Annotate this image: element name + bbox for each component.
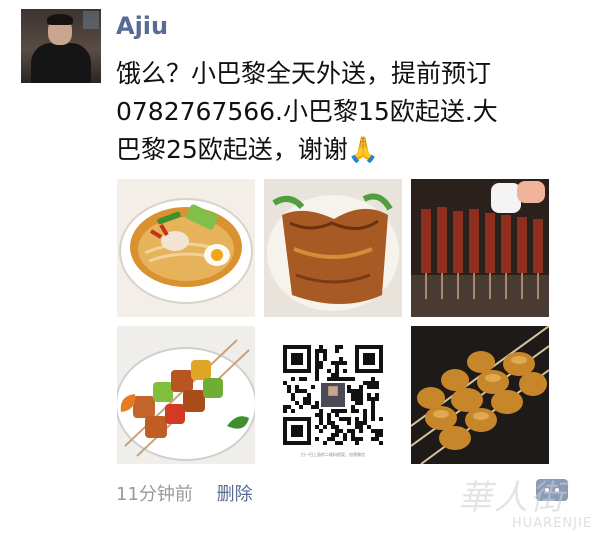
wechat-qr-code[interactable]: 扫一扫上面的二维码图案，加我微信 [264, 326, 402, 464]
avatar-hair [47, 14, 73, 25]
qr-caption: 扫一扫上面的二维码图案，加我微信 [301, 452, 365, 457]
image-grid: 扫一扫上面的二维码图案，加我微信 [117, 179, 549, 469]
vegetable-skewers-photo[interactable] [117, 326, 255, 464]
chicken-skewers-photo[interactable] [411, 326, 549, 464]
post-text: 饿么？小巴黎全天外送，提前预订 0782767566.小巴黎15欧起送.大 巴黎… [116, 59, 498, 164]
site-watermark: 華人街 HUARENJIE [452, 468, 592, 538]
grill-skewers-photo[interactable] [411, 179, 549, 317]
noodle-soup-photo[interactable] [117, 179, 255, 317]
roast-duck-photo[interactable] [264, 179, 402, 317]
author-name[interactable]: Ajiu [116, 12, 168, 40]
avatar-body [31, 43, 91, 83]
avatar-background-sign [83, 11, 99, 29]
avatar[interactable] [21, 9, 101, 83]
timestamp: 11分钟前 [116, 484, 193, 505]
post-meta: 11分钟前 删除 [116, 480, 253, 506]
watermark-logo-text: 華人街 [458, 478, 566, 518]
watermark-site-text: HUARENJIE [512, 516, 593, 531]
delete-link[interactable]: 删除 [217, 484, 253, 505]
